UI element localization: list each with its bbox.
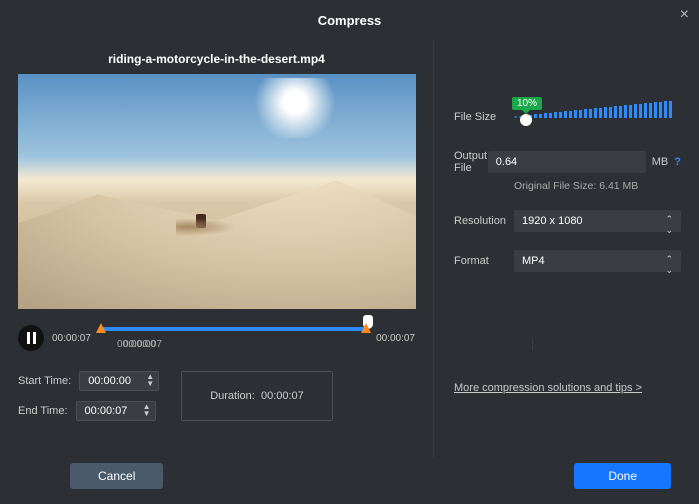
right-panel: File Size 10% Output File MB ? Original … [434, 40, 699, 458]
format-label: Format [454, 255, 514, 267]
trim-end-handle[interactable] [361, 321, 371, 337]
stepper-arrows-icon[interactable]: ▲▼ [146, 373, 154, 387]
file-size-thumb[interactable] [520, 114, 532, 126]
original-size-text: Original File Size: 6.41 MB [514, 180, 681, 192]
help-icon[interactable]: ? [674, 156, 681, 168]
footer: Cancel Done [0, 458, 699, 504]
done-button[interactable]: Done [574, 463, 671, 489]
end-time-value: 00:00:07 [85, 405, 128, 417]
file-size-label: File Size [454, 111, 514, 123]
preview-scene [18, 166, 416, 309]
video-preview[interactable] [18, 74, 416, 309]
output-file-unit: MB [652, 156, 669, 168]
stepper-arrows-icon[interactable]: ▲▼ [143, 403, 151, 417]
chevron-updown-icon: ⌃⌄ [665, 214, 673, 236]
start-time-label: Start Time: [18, 375, 71, 387]
current-time: 00:00:07 [52, 333, 91, 344]
duration-box: Duration: 00:00:07 [181, 371, 333, 421]
end-time-label2: End Time: [18, 405, 68, 417]
range-end-time: 00:00:07 [103, 339, 368, 350]
pause-button[interactable] [18, 325, 44, 351]
more-tips-link[interactable]: More compression solutions and tips > [454, 382, 681, 394]
format-value: MP4 [522, 255, 545, 267]
preview-scene [196, 214, 206, 228]
duration-value: 00:00:07 [261, 390, 304, 402]
resolution-select[interactable]: 1920 x 1080 ⌃⌄ [514, 210, 681, 232]
chevron-updown-icon: ⌃⌄ [665, 254, 673, 276]
end-time-stepper[interactable]: 00:00:07 ▲▼ [76, 401, 156, 421]
dialog-title: Compress [318, 13, 382, 28]
timeline-track[interactable]: 00:00:00 00:00:07 [99, 321, 368, 355]
format-select[interactable]: MP4 ⌃⌄ [514, 250, 681, 272]
cancel-button[interactable]: Cancel [70, 463, 163, 489]
start-time-stepper[interactable]: 00:00:00 ▲▼ [79, 371, 159, 391]
title-bar: Compress × [0, 0, 699, 40]
filename-label: riding-a-motorcycle-in-the-desert.mp4 [18, 52, 415, 66]
resolution-value: 1920 x 1080 [522, 215, 583, 227]
output-file-label: Output File [454, 150, 488, 174]
resolution-label: Resolution [454, 215, 514, 227]
file-size-slider[interactable]: 10% [514, 102, 681, 132]
duration-label: Duration: [210, 390, 255, 402]
trim-start-handle[interactable] [96, 321, 106, 337]
left-panel: riding-a-motorcycle-in-the-desert.mp4 00… [0, 40, 434, 458]
preview-scene [250, 78, 340, 138]
close-icon[interactable]: × [680, 6, 689, 24]
start-time-value: 00:00:00 [88, 375, 131, 387]
pause-icon [27, 332, 36, 344]
file-size-bars [514, 102, 681, 118]
output-file-input[interactable] [488, 151, 646, 173]
